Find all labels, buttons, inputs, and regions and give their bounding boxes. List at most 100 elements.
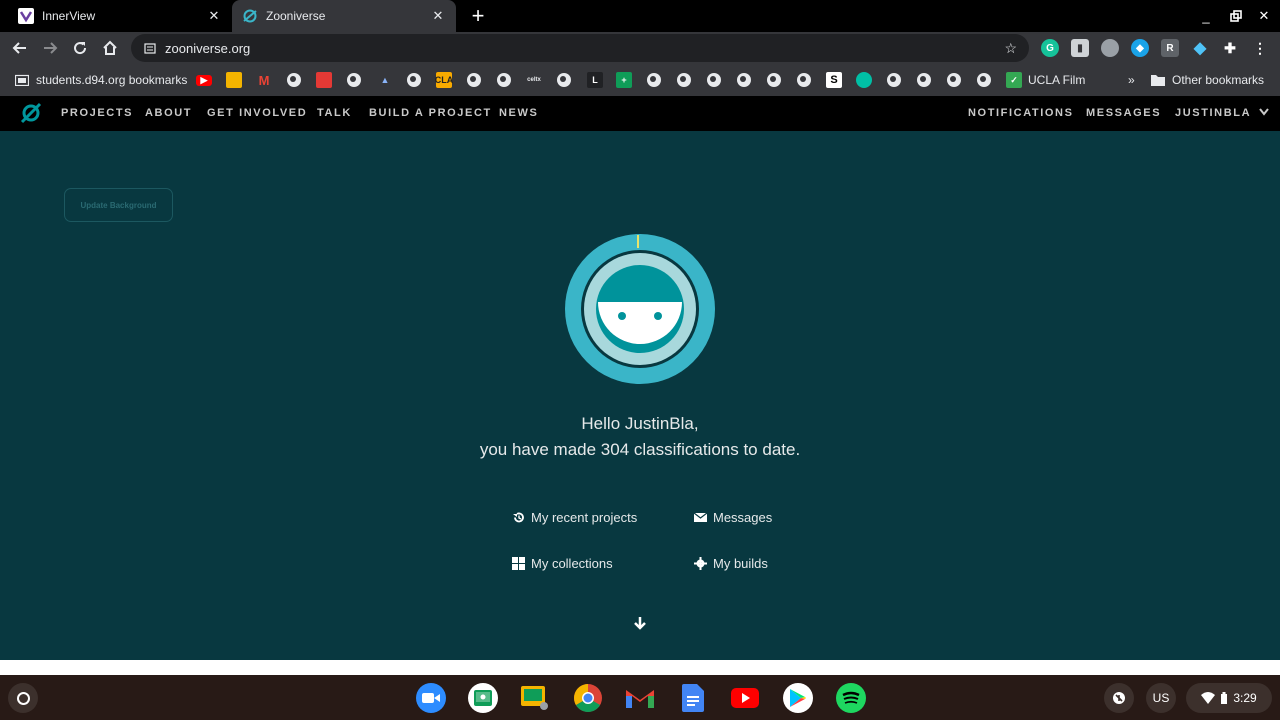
user-avatar: [565, 234, 715, 384]
zoom-app-icon[interactable]: [416, 683, 446, 713]
bookmark-site-7[interactable]: [647, 72, 661, 88]
diamond-extension-icon[interactable]: ◆: [1191, 39, 1209, 57]
globe-icon: [347, 73, 361, 87]
address-bar[interactable]: zooniverse.org ☆: [131, 34, 1029, 62]
nav-notifications[interactable]: NOTIFICATIONS: [968, 107, 1074, 119]
bookmark-site-14[interactable]: [917, 72, 931, 88]
greeting: Hello JustinBla, you have made 304 class…: [0, 411, 1280, 463]
input-method-button[interactable]: US: [1146, 683, 1176, 713]
nav-projects[interactable]: PROJECTS: [61, 107, 133, 119]
globe-icon: [647, 73, 661, 87]
nav-about[interactable]: ABOUT: [145, 107, 192, 119]
tab-zooniverse[interactable]: Zooniverse ✕: [232, 0, 456, 32]
bookmark-cla[interactable]: CLA: [435, 72, 453, 88]
bookmark-site-8[interactable]: [677, 72, 691, 88]
recent-projects-link[interactable]: My recent projects: [511, 510, 637, 525]
gmail-app-icon[interactable]: [625, 683, 655, 713]
grammarly-extension-icon[interactable]: G: [1041, 39, 1059, 57]
scroll-down-arrow-icon[interactable]: [631, 614, 649, 632]
greeting-line-2: you have made 304 classifications to dat…: [479, 440, 801, 459]
bookmark-other[interactable]: Other bookmarks: [1150, 72, 1264, 88]
bookmark-site-11[interactable]: [767, 72, 781, 88]
nav-get-involved[interactable]: GET INVOLVED: [207, 107, 307, 119]
bookmark-site-3[interactable]: [407, 72, 421, 88]
bookmark-site-1[interactable]: [287, 72, 301, 88]
messages-link[interactable]: Messages: [693, 510, 772, 525]
docs-app-icon[interactable]: [678, 683, 708, 713]
user-menu[interactable]: JUSTINBLA: [1175, 107, 1270, 119]
browser-menu-icon[interactable]: ⋮: [1251, 39, 1269, 57]
bookmark-label: UCLA Film: [1028, 73, 1086, 87]
nav-talk[interactable]: TALK: [317, 107, 352, 119]
new-tab-button[interactable]: +: [466, 4, 490, 28]
reload-icon[interactable]: [68, 36, 92, 60]
bookmark-site-12[interactable]: [797, 72, 811, 88]
back-icon[interactable]: [8, 36, 32, 60]
spotify-app-icon[interactable]: [836, 683, 866, 713]
bookmark-site-6[interactable]: [557, 72, 571, 88]
nav-build-a-project[interactable]: BUILD A PROJECT: [369, 107, 492, 119]
bookmark-site-10[interactable]: [737, 72, 751, 88]
screen: InnerView ✕ Zooniverse ✕ + _ ✕ zoonivers…: [0, 0, 1280, 720]
update-background-button[interactable]: Update Background: [64, 188, 173, 222]
address-text: zooniverse.org: [165, 40, 251, 56]
system-tray[interactable]: 3:29: [1186, 683, 1272, 713]
bookmark-site-15[interactable]: [947, 72, 961, 88]
classroom-app-icon[interactable]: [468, 683, 498, 713]
globe-icon: [737, 73, 751, 87]
accessibility-select-icon[interactable]: [1104, 683, 1134, 713]
bookmark-youtube[interactable]: ▶: [196, 72, 212, 88]
bookmark-classroom[interactable]: [226, 72, 242, 88]
bookmark-ucla[interactable]: ✓ UCLA Film: [1006, 72, 1085, 88]
gmail-icon: M: [258, 72, 270, 88]
bookmark-gmail[interactable]: M: [256, 72, 272, 88]
close-tab-icon[interactable]: ✕: [206, 8, 222, 24]
bookmark-l[interactable]: L: [587, 72, 603, 88]
nav-messages[interactable]: MESSAGES: [1086, 107, 1161, 119]
forward-icon[interactable]: [38, 36, 62, 60]
home-icon[interactable]: [98, 36, 122, 60]
blue-extension-icon[interactable]: ◆: [1131, 39, 1149, 57]
close-tab-icon[interactable]: ✕: [430, 8, 446, 24]
launcher-button[interactable]: [8, 683, 38, 713]
bookmark-folder-students[interactable]: students.d94.org bookmarks: [14, 72, 187, 88]
globe-icon: [977, 73, 991, 87]
extensions-puzzle-icon[interactable]: ✚: [1221, 39, 1239, 57]
bookmark-celtx[interactable]: celtx: [526, 72, 542, 88]
slides-app-icon[interactable]: [520, 683, 550, 713]
bookmark-plus[interactable]: +: [616, 72, 632, 88]
close-window-icon[interactable]: ✕: [1254, 6, 1274, 26]
zooniverse-logo-icon[interactable]: [20, 102, 42, 124]
bookmarks-overflow-button[interactable]: »: [1128, 72, 1135, 88]
bookmark-site-4[interactable]: [467, 72, 481, 88]
builds-label: My builds: [713, 556, 768, 571]
bookmark-site-16[interactable]: [977, 72, 991, 88]
globe-icon: [407, 73, 421, 87]
builds-link[interactable]: My builds: [693, 556, 768, 571]
site-info-icon[interactable]: [143, 41, 157, 55]
globe-icon: [287, 73, 301, 87]
play-store-app-icon[interactable]: [783, 683, 813, 713]
circle-extension-icon[interactable]: [1101, 39, 1119, 57]
bookmark-site-9[interactable]: [707, 72, 721, 88]
clock-time: 3:29: [1233, 691, 1257, 705]
bookmark-red[interactable]: [316, 72, 332, 88]
chrome-app-icon[interactable]: [573, 683, 603, 713]
r-extension-icon[interactable]: R: [1161, 39, 1179, 57]
innerview-favicon-icon: [18, 8, 34, 24]
bookmark-shield[interactable]: [856, 72, 872, 88]
bookmark-site-5[interactable]: [497, 72, 511, 88]
bookmark-s[interactable]: S: [826, 72, 842, 88]
bookmark-site-13[interactable]: [887, 72, 901, 88]
collections-link[interactable]: My collections: [511, 556, 613, 571]
minimize-icon[interactable]: _: [1196, 6, 1216, 26]
bookmark-star-icon[interactable]: ☆: [1004, 40, 1017, 57]
tab-innerview[interactable]: InnerView ✕: [8, 0, 232, 32]
restore-icon[interactable]: [1226, 6, 1246, 26]
bookmark-site-2[interactable]: [347, 72, 361, 88]
clipboard-extension-icon[interactable]: ▮: [1071, 39, 1089, 57]
bookmark-cap[interactable]: ▲: [377, 72, 393, 88]
gear-icon: [693, 557, 707, 571]
youtube-app-icon[interactable]: [730, 683, 760, 713]
nav-news[interactable]: NEWS: [499, 107, 538, 119]
